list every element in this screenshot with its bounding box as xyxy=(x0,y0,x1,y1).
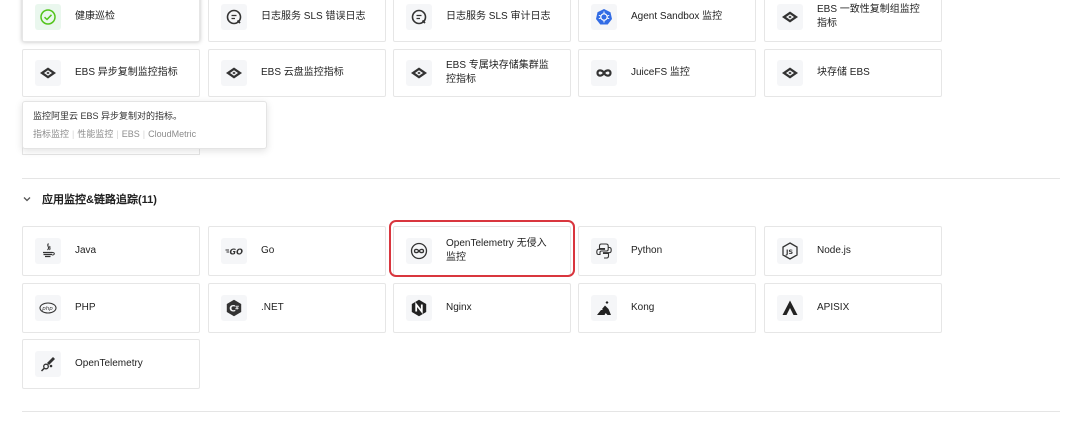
highlight-box xyxy=(389,220,575,277)
integration-card-ebs-disk[interactable]: EBS 云盘监控指标 xyxy=(208,49,386,97)
tooltip-tags: 指标监控 | 性能监控 | EBS | CloudMetric xyxy=(33,128,256,140)
tooltip-tag: 性能监控 xyxy=(77,129,114,139)
svg-text:JS: JS xyxy=(785,248,793,256)
card-label: EBS 专属块存储集群监控指标 xyxy=(446,60,549,85)
ebs-icon xyxy=(777,60,803,86)
kubernetes-icon xyxy=(591,4,617,30)
check-circle-icon xyxy=(35,4,61,30)
opentelemetry-icon xyxy=(35,351,61,377)
card-label: .NET xyxy=(261,302,284,313)
juicefs-icon xyxy=(591,60,617,86)
section-divider xyxy=(22,178,1060,179)
tag-separator: | xyxy=(116,129,119,139)
card-label: Python xyxy=(631,245,663,256)
go-icon: GO xyxy=(221,238,247,264)
card-label: Go xyxy=(261,245,275,256)
card-tooltip: 监控阿里云 EBS 异步复制对的指标。 指标监控 | 性能监控 | EBS | CloudM… xyxy=(22,101,267,149)
card-label: OpenTelemetry xyxy=(75,358,143,369)
integration-card-sls-audit-log[interactable]: 日志服务 SLS 审计日志 xyxy=(393,0,571,42)
card-label: Nginx xyxy=(446,302,472,313)
python-icon xyxy=(591,238,617,264)
tooltip-description: 监控阿里云 EBS 异步复制对的指标。 xyxy=(33,111,183,121)
ebs-icon xyxy=(777,4,803,30)
integration-card-ebs-async-replication[interactable]: EBS 异步复制监控指标 xyxy=(22,49,200,97)
integration-card-kong[interactable]: Kong xyxy=(578,283,756,333)
integration-card-apisix[interactable]: APISIX xyxy=(764,283,942,333)
integration-card-juicefs[interactable]: JuiceFS 监控 xyxy=(578,49,756,97)
svg-text:GO: GO xyxy=(230,248,244,257)
sls-log-icon xyxy=(221,4,247,30)
integration-card-ebs-block-storage[interactable]: 块存储 EBS xyxy=(764,49,942,97)
php-icon: php xyxy=(35,295,61,321)
integration-card-agent-sandbox[interactable]: Agent Sandbox 监控 xyxy=(578,0,756,42)
chevron-down-icon xyxy=(23,197,31,202)
card-label: 健康巡检 xyxy=(75,11,115,22)
svg-text:#: # xyxy=(235,306,239,312)
integration-card-sls-error-log[interactable]: 日志服务 SLS 错误日志 xyxy=(208,0,386,42)
integration-card-opentelemetry[interactable]: OpenTelemetry xyxy=(22,339,200,389)
tooltip-tag: CloudMetric xyxy=(148,129,197,139)
card-label: APISIX xyxy=(817,302,850,313)
section-title: 应用监控&链路追踪(11) xyxy=(42,194,157,206)
integration-card-php[interactable]: php PHP xyxy=(22,283,200,333)
card-label: Node.js xyxy=(817,245,851,256)
integration-card-ebs-consistency-group[interactable]: EBS 一致性复制组监控指标 xyxy=(764,0,942,42)
dotnet-icon: C # xyxy=(221,295,247,321)
card-label: EBS 一致性复制组监控指标 xyxy=(817,4,920,29)
card-label: Agent Sandbox 监控 xyxy=(631,11,723,22)
integration-card-health-check[interactable]: 健康巡检 xyxy=(22,0,200,42)
integration-card-ebs-dedicated-cluster[interactable]: EBS 专属块存储集群监控指标 xyxy=(393,49,571,97)
integration-card-nginx[interactable]: Nginx xyxy=(393,283,571,333)
card-label: 日志服务 SLS 审计日志 xyxy=(446,11,551,22)
card-label: PHP xyxy=(75,302,96,313)
tooltip-tag: 指标监控 xyxy=(33,129,70,139)
ebs-icon xyxy=(35,60,61,86)
ebs-icon xyxy=(406,60,432,86)
card-label: Kong xyxy=(631,302,655,313)
integration-card-java[interactable]: Java xyxy=(22,226,200,276)
section-header-app-monitoring[interactable]: 应用监控&链路追踪(11) xyxy=(22,191,157,207)
apisix-icon xyxy=(777,295,803,321)
integration-card-dotnet[interactable]: C # .NET xyxy=(208,283,386,333)
integration-card-go[interactable]: GO Go xyxy=(208,226,386,276)
java-icon xyxy=(35,238,61,264)
tooltip-tag: EBS xyxy=(121,129,140,139)
sls-log-icon xyxy=(406,4,432,30)
card-label: 日志服务 SLS 错误日志 xyxy=(261,11,366,22)
card-label: Java xyxy=(75,245,97,256)
nginx-icon xyxy=(406,295,432,321)
card-label: JuiceFS 监控 xyxy=(631,67,690,78)
kong-icon xyxy=(591,295,617,321)
svg-text:php: php xyxy=(41,306,53,312)
section-divider xyxy=(22,411,1060,412)
integration-card-python[interactable]: Python xyxy=(578,226,756,276)
card-label: 块存储 EBS xyxy=(817,67,870,78)
nodejs-icon: JS xyxy=(777,238,803,264)
card-label: EBS 异步复制监控指标 xyxy=(75,67,178,78)
ebs-icon xyxy=(221,60,247,86)
integration-card-nodejs[interactable]: JS Node.js xyxy=(764,226,942,276)
card-label: EBS 云盘监控指标 xyxy=(261,67,344,78)
tag-separator: | xyxy=(72,129,75,139)
tag-separator: | xyxy=(142,129,146,139)
